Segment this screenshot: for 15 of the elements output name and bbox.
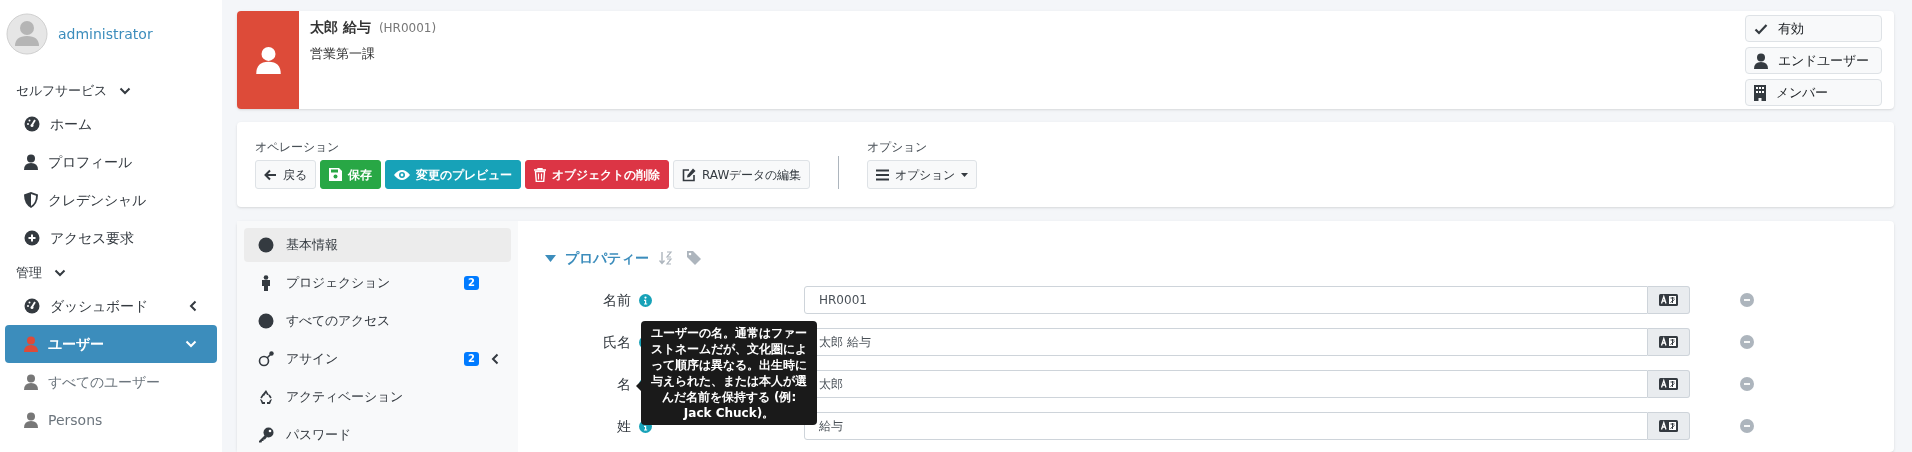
user-id: (HR0001): [378, 20, 437, 37]
field-label: 名: [617, 374, 631, 394]
count-badge: 2: [464, 352, 479, 366]
tooltip: ユーザーの名。通常はファーストネームだが、文化圏によって順序は異なる。出生時に与えられた、または本人が選んだ名前を保持する (例: Jack Chuck)。: [641, 321, 817, 425]
status-badge: 有効: [1745, 15, 1882, 42]
field-label: 姓: [617, 416, 631, 436]
section-label: オペレーション: [255, 140, 340, 155]
field-label: 氏名: [603, 332, 631, 352]
field-label: 名前: [603, 290, 631, 310]
department-label: 営業第一課: [310, 45, 376, 63]
user-name: 太郎 給与: [310, 18, 371, 37]
count-badge: 2: [464, 276, 479, 290]
status-badge: エンドユーザー: [1745, 47, 1882, 74]
section-label: オプション: [867, 140, 929, 155]
status-badge: メンバー: [1745, 79, 1882, 106]
